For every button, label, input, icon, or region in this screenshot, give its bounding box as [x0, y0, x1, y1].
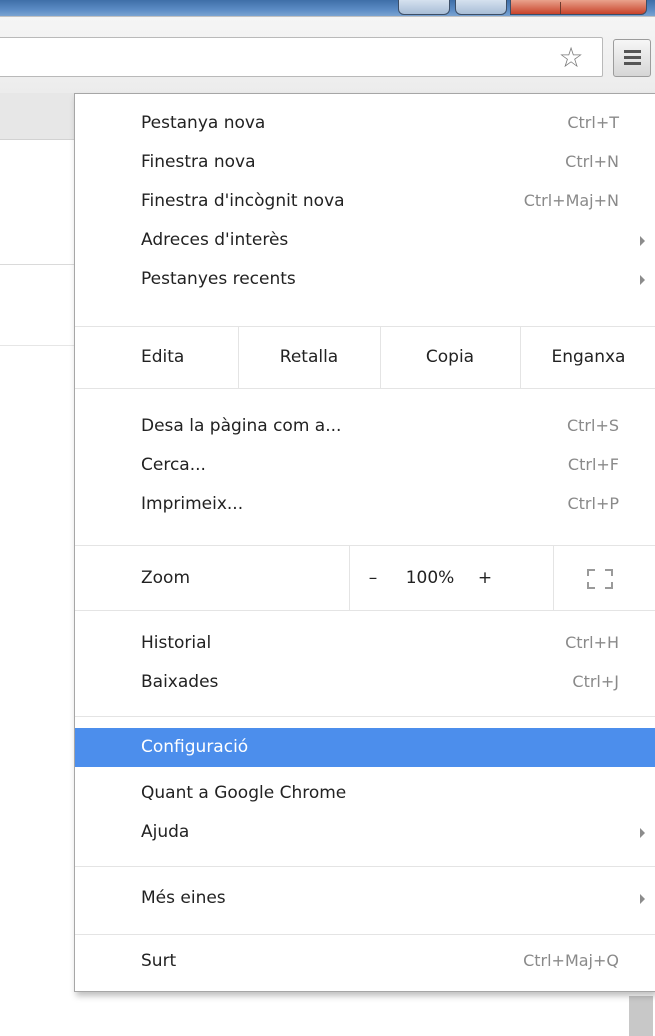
close-window-button[interactable]	[510, 0, 647, 15]
maximize-button[interactable]	[455, 0, 507, 15]
edit-label: Edita	[141, 347, 185, 367]
page-divider	[0, 345, 74, 346]
window-titlebar	[0, 0, 655, 16]
menu-item-history[interactable]: Historial Ctrl+H	[75, 627, 655, 659]
menu-item-about-chrome[interactable]: Quant a Google Chrome	[75, 777, 655, 809]
zoom-row-divider	[553, 546, 554, 610]
browser-toolbar: ☆	[0, 16, 655, 94]
submenu-arrow-icon	[640, 275, 645, 285]
page-divider	[0, 264, 74, 265]
fullscreen-icon[interactable]	[587, 569, 613, 589]
scrollbar-thumb[interactable]	[629, 996, 653, 1036]
chrome-menu-button[interactable]	[613, 39, 651, 77]
copy-button[interactable]: Copia	[381, 327, 519, 388]
paste-button[interactable]: Enganxa	[521, 327, 655, 388]
menu-item-new-tab[interactable]: Pestanya nova Ctrl+T	[75, 107, 655, 139]
menu-item-new-incognito-window[interactable]: Finestra d'incògnit nova Ctrl+Maj+N	[75, 185, 655, 217]
menu-separator	[75, 610, 655, 611]
menu-item-bookmarks[interactable]: Adreces d'interès	[75, 224, 655, 256]
hamburger-menu-icon	[624, 50, 641, 53]
submenu-arrow-icon	[640, 236, 645, 246]
address-bar[interactable]: ☆	[0, 37, 603, 77]
chrome-main-menu: Pestanya nova Ctrl+T Finestra nova Ctrl+…	[74, 93, 655, 992]
submenu-arrow-icon	[640, 894, 645, 904]
zoom-level: 100%	[405, 568, 455, 588]
menu-separator	[75, 934, 655, 935]
zoom-out-button[interactable]: –	[363, 546, 383, 610]
menu-item-print[interactable]: Imprimeix... Ctrl+P	[75, 488, 655, 520]
minimize-button[interactable]	[398, 0, 450, 15]
menu-item-settings[interactable]: Configuració	[75, 728, 655, 767]
page-background-strip	[0, 93, 74, 140]
menu-separator	[75, 866, 655, 867]
zoom-in-button[interactable]: +	[475, 546, 495, 610]
menu-item-more-tools[interactable]: Més eines	[75, 882, 655, 914]
edit-row: Edita Retalla Copia Enganxa	[75, 327, 655, 388]
menu-item-save-page-as[interactable]: Desa la pàgina com a... Ctrl+S	[75, 410, 655, 442]
zoom-row: Zoom – 100% +	[75, 546, 655, 610]
menu-item-exit[interactable]: Surt Ctrl+Maj+Q	[75, 945, 655, 977]
menu-item-help[interactable]: Ajuda	[75, 816, 655, 848]
zoom-label: Zoom	[141, 568, 191, 588]
cut-button[interactable]: Retalla	[239, 327, 379, 388]
zoom-row-divider	[349, 546, 350, 610]
submenu-arrow-icon	[640, 828, 645, 838]
menu-item-find[interactable]: Cerca... Ctrl+F	[75, 449, 655, 481]
menu-separator	[75, 716, 655, 717]
menu-item-downloads[interactable]: Baixades Ctrl+J	[75, 666, 655, 698]
menu-separator	[75, 388, 655, 389]
menu-item-recent-tabs[interactable]: Pestanyes recents	[75, 263, 655, 295]
star-icon[interactable]: ☆	[556, 43, 586, 73]
titlebar-divider	[560, 2, 561, 14]
menu-item-new-window[interactable]: Finestra nova Ctrl+N	[75, 146, 655, 178]
